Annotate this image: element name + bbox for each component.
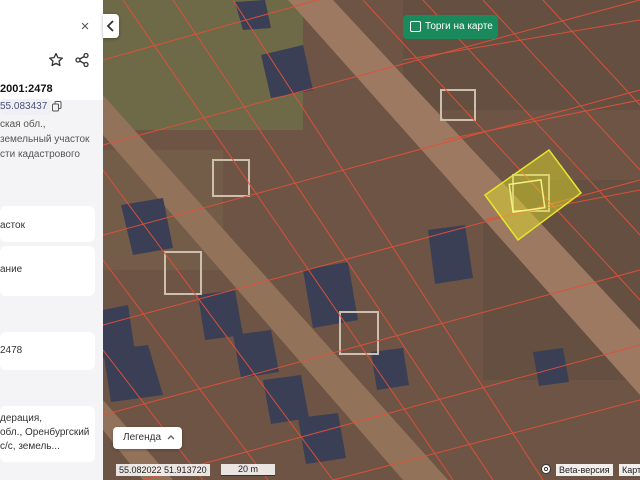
info-card-type: асток xyxy=(0,206,95,242)
auctions-toggle-label: Торги на карте xyxy=(425,21,493,32)
card-text: асток xyxy=(0,220,25,231)
satellite-map[interactable] xyxy=(103,0,640,480)
card-text: 2478 xyxy=(0,345,23,356)
card-text: ание xyxy=(0,264,23,275)
legend-button[interactable]: Легенда xyxy=(113,427,182,449)
info-card-number: 2478 xyxy=(0,332,95,370)
parcel-address: дерация, обл., Оренбургский с/с, земель.… xyxy=(0,412,89,454)
gear-icon[interactable] xyxy=(540,463,552,475)
share-icon[interactable] xyxy=(74,52,90,68)
scale-bar: 20 m xyxy=(221,464,275,476)
cursor-coordinates: 55.082022 51.913720 xyxy=(116,464,210,476)
info-card-purpose: ание xyxy=(0,246,95,296)
address-line: дерация, xyxy=(0,413,43,424)
auctions-on-map-toggle[interactable]: Торги на карте xyxy=(403,15,498,39)
description-line: земельный участок xyxy=(0,134,90,145)
collapse-panel-button[interactable] xyxy=(103,14,119,38)
info-panel: × 2001:2478 55.083437 ская обл., земельн… xyxy=(0,0,103,480)
beta-version-link[interactable]: Beta-версия xyxy=(556,464,613,476)
coordinates-text: 55.083437 xyxy=(0,99,52,115)
map-imagery xyxy=(103,0,640,480)
star-icon[interactable] xyxy=(48,52,64,68)
map-status-bar: 55.082022 51.913720 20 m Beta-версия Кар… xyxy=(103,462,640,480)
close-icon[interactable]: × xyxy=(78,19,92,34)
parcel-description: ская обл., земельный участок сти кадастр… xyxy=(0,117,103,162)
chevron-up-icon xyxy=(167,435,175,440)
copy-icon[interactable] xyxy=(52,101,62,112)
legend-label: Легенда xyxy=(123,432,162,443)
cadastral-number: 2001:2478 xyxy=(0,83,53,95)
description-line: сти кадастрового xyxy=(0,149,80,160)
checkbox-icon xyxy=(410,21,421,32)
map-type-link[interactable]: Карт xyxy=(619,464,640,476)
chevron-left-icon xyxy=(106,20,114,32)
address-line: обл., Оренбургский xyxy=(0,427,90,438)
description-line: ская обл., xyxy=(0,119,46,130)
address-line: с/с, земель... xyxy=(0,441,60,452)
